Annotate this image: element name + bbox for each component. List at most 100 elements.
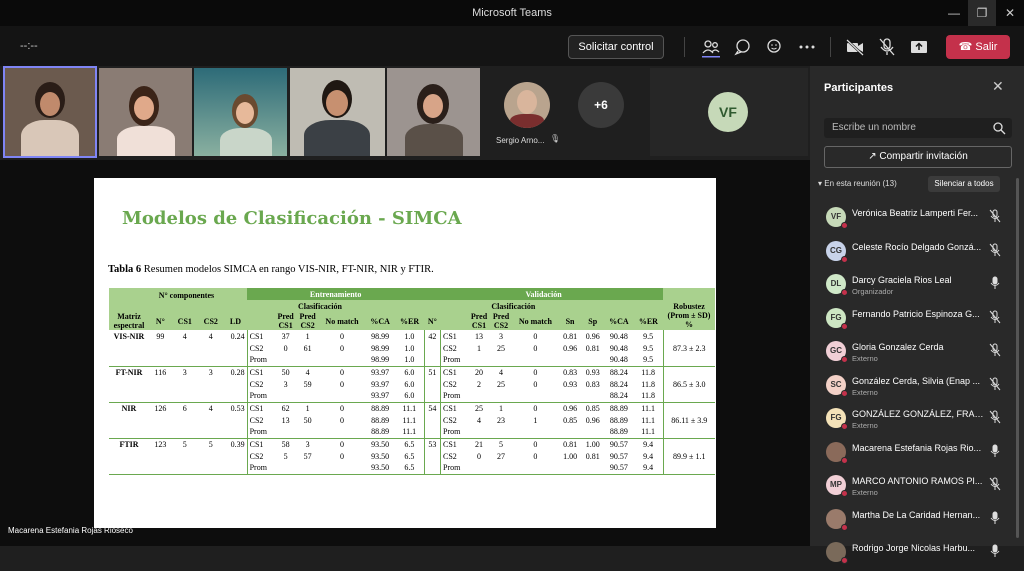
camera-off-icon[interactable] [844,36,866,58]
mic-off-icon[interactable] [988,477,1002,491]
table-cell: Prom [440,354,468,367]
table-cell [149,414,172,426]
mic-icon[interactable] [988,544,1002,558]
table-cell: FT-NIR [115,367,143,377]
presence-badge [841,423,848,430]
table-cell [198,450,224,462]
mic-off-icon[interactable] [988,410,1002,424]
mic-off-icon[interactable] [988,343,1002,357]
table-cell [172,450,198,462]
table-cell: 50 [281,367,290,377]
video-tile[interactable] [387,68,480,156]
table-cell: CS2 [443,379,457,389]
participant-tile-avatar[interactable]: Sergio Arno... 🎙︎ [482,68,572,156]
phone-hangup-icon: ☎ [958,41,973,53]
table-cell [296,462,319,475]
presence-badge [841,456,848,464]
participant-item[interactable]: DL Darcy Graciela Rios Leal Organizador [810,269,1024,303]
mic-off-icon[interactable] [876,36,898,58]
table-cell: 0.81 [563,331,578,341]
share-screen-icon[interactable] [908,36,930,58]
mic-icon[interactable] [988,276,1002,290]
participant-item[interactable]: GC Gloria Gonzalez Cerda Externo [810,336,1024,370]
mic-icon[interactable] [988,444,1002,458]
video-tile[interactable] [194,68,287,156]
participant-tile-initials[interactable]: VF [650,68,808,156]
share-invite-button[interactable]: ↗ Compartir invitación [824,146,1012,168]
table-cell: 98.99 [371,331,390,341]
table-cell [149,378,172,390]
video-tile[interactable] [3,66,97,158]
search-input[interactable]: Escribe un nombre [824,118,1012,138]
table-cell: Prom [440,426,468,439]
table-cell: CS1 [249,439,264,449]
mute-all-button[interactable]: Silenciar a todos [928,176,1000,192]
table-cell: 93.50 [371,439,390,449]
participant-item[interactable]: VF Verónica Beatriz Lamperti Fer... [810,202,1024,236]
table-cell [223,426,248,439]
table-cell: 6.0 [404,367,415,377]
mic-off-icon[interactable] [988,377,1002,391]
table-cell: 0.39 [223,438,248,450]
leave-button[interactable]: ☎ Salir [946,35,1010,59]
table-cell: 62 [281,403,290,413]
avatar: GC [826,341,848,363]
table-cell: 86.5 ± 3.0 [662,378,715,390]
in-meeting-section[interactable]: ▾ En esta reunión (13) [818,179,897,188]
restore-icon[interactable]: ❐ [968,0,996,26]
participant-body [220,128,272,156]
table-cell: 9.4 [633,462,663,475]
participant-role: Organizador [852,287,894,296]
participant-face [134,96,154,120]
window-title: Microsoft Teams [472,7,552,19]
table-cell: 0 [533,331,538,341]
table-cell: 0.81 [563,439,578,449]
table-cell: 0.85 [585,403,600,413]
table-cell: 54 [423,402,442,414]
table-cell [274,462,297,475]
table-cell: 13 [281,415,290,425]
people-icon[interactable] [700,36,722,58]
table-cell: 9.5 [643,331,654,341]
video-tile[interactable] [290,68,385,156]
close-icon[interactable]: ✕ [992,78,1004,95]
presence-badge [841,222,848,229]
participant-item[interactable]: FG GONZÁLEZ GONZÁLEZ, FRAN... Externo [810,403,1024,437]
video-tile[interactable] [99,68,192,156]
table-cell: 0.96 [585,331,600,341]
table-cell: 0 [533,439,538,449]
table-cell: 93.50 [371,451,390,461]
close-window-icon[interactable]: ✕ [996,0,1024,26]
participant-item[interactable]: FG Fernando Patricio Espinoza G... [810,303,1024,337]
table-row: Prom 88.89 11.1 Prom 88.89 11.1 [109,426,715,439]
table-row: CS2 3 59 0 93.97 6.0 CS2 2 25 0 0.93 0.83 88.24 11.8 8… [109,378,715,390]
mic-icon[interactable] [988,511,1002,525]
table-cell: 6 [182,403,187,413]
table-cell: 1.0 [404,343,415,353]
chat-icon[interactable] [732,36,754,58]
request-control-button[interactable]: Solicitar control [568,35,664,59]
overflow-tile[interactable]: +6 [574,68,634,156]
table-cell: CS1 [249,403,264,413]
participant-item[interactable]: SC González Cerda, Silvia (Enap ... Extern… [810,370,1024,404]
participant-item[interactable]: MP MARCO ANTONIO RAMOS PI... Externo [810,470,1024,504]
search-icon[interactable] [992,121,1006,135]
mic-off-icon[interactable] [988,243,1002,257]
participant-item[interactable]: Martha De La Caridad Hernan... [810,504,1024,538]
table-cell [223,378,248,390]
participant-item[interactable]: Macarena Estefania Rojas Rio... [810,437,1024,471]
scrollbar[interactable] [1016,178,1019,538]
reactions-icon[interactable] [764,36,786,58]
presentation-slide: Modelos de Clasificación - SIMCA Tabla 6… [94,178,716,528]
mic-off-icon[interactable] [988,310,1002,324]
participant-item[interactable]: Rodrigo Jorge Nicolas Harbu... [810,537,1024,571]
minimize-icon[interactable]: — [940,0,968,26]
mic-off-icon[interactable] [988,209,1002,223]
presenter-name: Macarena Estefania Rojas Rioseco [8,526,133,535]
table-cell: 0.53 [223,402,248,414]
table-cell: 88.89 [604,426,634,439]
table-cell: 88.24 [609,379,628,389]
table-cell: 11.8 [641,367,655,377]
participant-item[interactable]: CG Celeste Rocío Delgado Gonzá... [810,236,1024,270]
more-options-icon[interactable] [796,36,818,58]
